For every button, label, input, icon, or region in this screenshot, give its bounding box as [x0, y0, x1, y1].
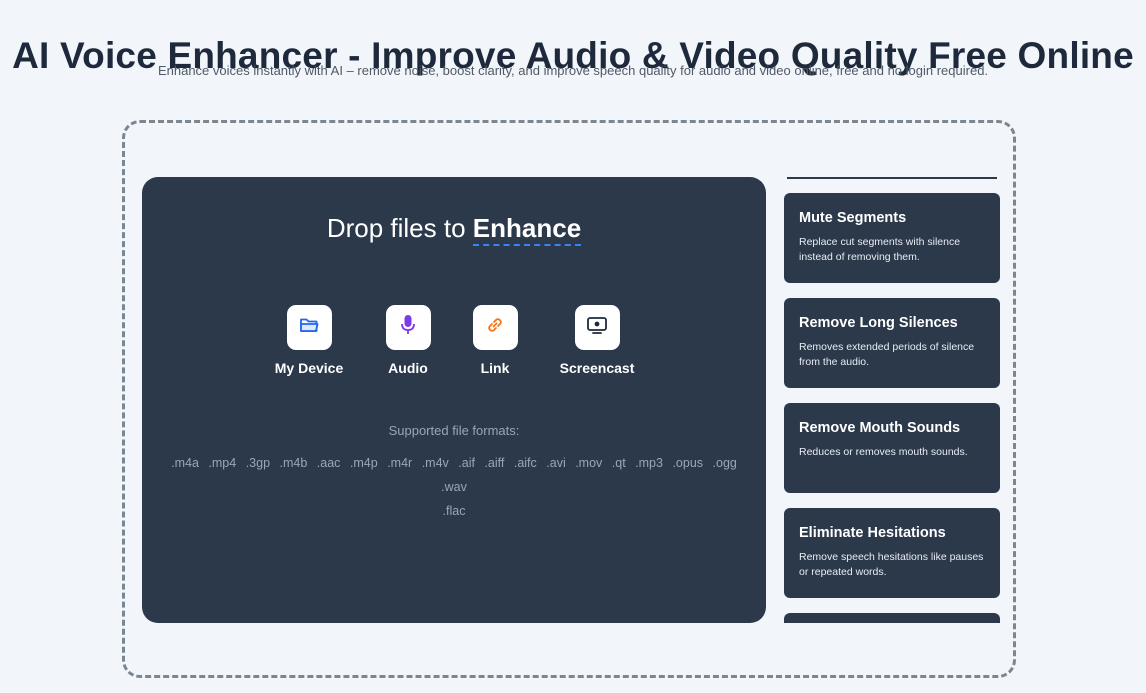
- feature-card-remove-long-silences[interactable]: Remove Long Silences Removes extended pe…: [784, 298, 1000, 388]
- drop-heading-prefix: Drop files to: [326, 213, 473, 243]
- format-item: .ogg: [712, 456, 737, 470]
- source-link-button[interactable]: Link: [465, 305, 525, 376]
- drop-heading-accent: Enhance: [472, 213, 582, 246]
- source-icon-box: [574, 305, 620, 350]
- format-item: .opus: [672, 456, 704, 470]
- format-item: .qt: [611, 456, 626, 470]
- page-subtitle: Enhance voices instantly with AI – remov…: [157, 63, 989, 78]
- source-label: Audio: [388, 360, 428, 376]
- page: AI Voice Enhancer - Improve Audio & Vide…: [0, 0, 1146, 693]
- source-label: My Device: [274, 360, 344, 376]
- link-icon: [485, 315, 505, 340]
- format-item: .m4r: [387, 456, 413, 470]
- format-item: .aiff: [484, 456, 505, 470]
- source-label: Screencast: [559, 360, 635, 376]
- format-item: .mp3: [635, 456, 663, 470]
- format-item: .m4a: [171, 456, 199, 470]
- feature-description: Remove speech hesitations like pauses or…: [799, 551, 984, 578]
- screen-record-icon: [586, 315, 608, 340]
- format-item: .flac: [442, 504, 466, 518]
- format-item: .aif: [458, 456, 475, 470]
- microphone-icon: [400, 314, 416, 341]
- format-item: .avi: [546, 456, 566, 470]
- format-item: .aifc: [513, 456, 537, 470]
- feature-card-partial[interactable]: [784, 613, 1000, 623]
- upload-panel[interactable]: Drop files to Enhance My Device Audio Li…: [142, 177, 766, 623]
- source-icon-box: [472, 305, 518, 350]
- format-item: .aac: [316, 456, 341, 470]
- format-item: .wav: [441, 480, 467, 494]
- feature-title: Mute Segments: [799, 210, 907, 226]
- source-icon-box: [286, 305, 332, 350]
- formats-list: .m4a .mp4 .3gp .m4b .aac .m4p .m4r .m4v …: [164, 451, 744, 523]
- feature-title: Remove Mouth Sounds: [799, 420, 961, 436]
- feature-title: Eliminate Hesitations: [799, 525, 946, 541]
- feature-description: Removes extended periods of silence from…: [799, 341, 975, 368]
- format-item: .3gp: [245, 456, 271, 470]
- format-item: .m4v: [421, 456, 449, 470]
- source-audio-button[interactable]: Audio: [378, 305, 438, 376]
- feature-card-mute-segments[interactable]: Mute Segments Replace cut segments with …: [784, 193, 1000, 283]
- source-icon-box: [385, 305, 431, 350]
- drop-heading: Drop files to Enhance: [142, 213, 766, 246]
- feature-card-eliminate-hesitations[interactable]: Eliminate Hesitations Remove speech hesi…: [784, 508, 1000, 598]
- feature-description: Reduces or removes mouth sounds.: [799, 446, 968, 458]
- feature-title: Remove Long Silences: [799, 315, 958, 331]
- feature-description: Replace cut segments with silence instea…: [799, 236, 961, 263]
- source-my-device-button[interactable]: My Device: [270, 305, 348, 376]
- format-item: .mp4: [208, 456, 237, 470]
- folder-icon: [299, 316, 319, 339]
- feature-card-remove-mouth-sounds[interactable]: Remove Mouth Sounds Reduces or removes m…: [784, 403, 1000, 493]
- formats-title: Supported file formats:: [388, 423, 520, 438]
- features-divider: [787, 177, 997, 179]
- format-item: .m4b: [279, 456, 308, 470]
- format-item: .m4p: [349, 456, 378, 470]
- source-label: Link: [480, 360, 510, 376]
- source-screencast-button[interactable]: Screencast: [554, 305, 640, 376]
- format-item: .mov: [575, 456, 603, 470]
